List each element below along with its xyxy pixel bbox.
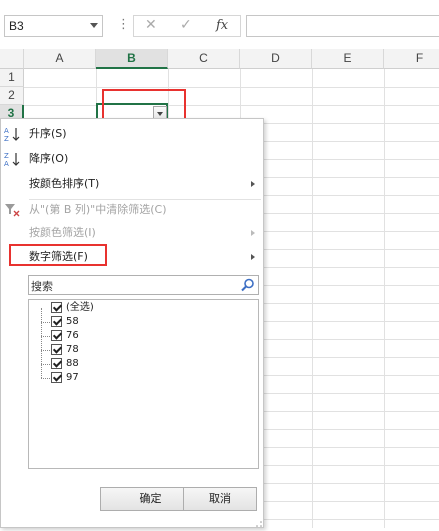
clear-filter-label: 从"(第 B 列)"中清除筛选(C) <box>29 203 167 216</box>
highlight-box <box>9 244 107 266</box>
search-icon[interactable] <box>241 278 255 292</box>
checkbox[interactable] <box>51 316 62 327</box>
svg-text:Z: Z <box>4 135 9 142</box>
checkbox[interactable] <box>51 344 62 355</box>
list-item-label: 78 <box>66 344 79 355</box>
cancel-icon[interactable]: ✕ <box>145 17 157 33</box>
filter-by-color-label: 按颜色筛选(I) <box>29 226 96 239</box>
sort-ascending-label: 升序(S) <box>29 127 67 140</box>
list-item-label: 76 <box>66 330 79 341</box>
filter-by-color-item: 按颜色筛选(I) <box>1 222 263 244</box>
tree-line <box>41 308 42 378</box>
sort-ascending-item[interactable]: A Z 升序(S) <box>1 123 263 145</box>
select-all-corner[interactable] <box>0 49 24 69</box>
name-box-value: B3 <box>9 19 24 33</box>
row-header-1[interactable]: 1 <box>0 69 24 87</box>
insert-function-icon[interactable]: fx <box>216 18 228 33</box>
submenu-arrow-icon <box>251 230 255 236</box>
name-box[interactable]: B3 <box>4 15 103 37</box>
column-header-f[interactable]: F <box>384 49 439 69</box>
autofilter-menu: A Z 升序(S) Z A 降序(O) 按颜色排序(T) 从"(第 B 列)"中… <box>0 118 264 528</box>
gridline <box>384 69 385 528</box>
checkbox[interactable] <box>51 302 62 313</box>
list-item-label: 58 <box>66 316 79 327</box>
sort-by-color-item[interactable]: 按颜色排序(T) <box>1 173 263 195</box>
formula-bar: B3 ⋮ ✕ ✓ fx <box>0 0 439 44</box>
tree-line <box>41 322 50 323</box>
cancel-button[interactable]: 取消 <box>183 487 257 511</box>
svg-text:Z: Z <box>4 152 9 160</box>
list-item-label: 88 <box>66 358 79 369</box>
formula-input[interactable] <box>246 15 439 37</box>
sort-descending-item[interactable]: Z A 降序(O) <box>1 148 263 170</box>
column-header-d[interactable]: D <box>240 49 312 69</box>
sort-ascending-icon: A Z <box>4 126 22 143</box>
list-item-label: 97 <box>66 372 79 383</box>
row-header-2[interactable]: 2 <box>0 87 24 105</box>
sort-descending-icon: Z A <box>4 151 22 168</box>
svg-text:A: A <box>4 127 9 135</box>
clear-filter-item: 从"(第 B 列)"中清除筛选(C) <box>1 199 263 221</box>
search-placeholder: 搜索 <box>31 280 53 293</box>
submenu-arrow-icon <box>251 254 255 260</box>
gridline <box>24 105 439 106</box>
list-item-label: (全选) <box>66 302 94 313</box>
filter-search-input[interactable]: 搜索 <box>28 275 259 295</box>
clear-filter-icon <box>4 202 22 218</box>
checkbox[interactable] <box>51 358 62 369</box>
tree-line <box>41 350 50 351</box>
gridline <box>24 87 439 88</box>
formula-buttons: ✕ ✓ fx <box>133 15 241 37</box>
column-header-b[interactable]: B <box>96 49 168 69</box>
svg-text:A: A <box>4 160 9 167</box>
tree-line <box>41 364 50 365</box>
checkbox[interactable] <box>51 372 62 383</box>
checkbox[interactable] <box>51 330 62 341</box>
resize-grip-icon[interactable] <box>255 518 263 527</box>
column-header-a[interactable]: A <box>24 49 96 69</box>
enter-icon[interactable]: ✓ <box>180 17 192 33</box>
sort-by-color-label: 按颜色排序(T) <box>29 177 100 190</box>
column-header-e[interactable]: E <box>312 49 384 69</box>
tree-line <box>41 336 50 337</box>
column-header-c[interactable]: C <box>168 49 240 69</box>
chevron-down-icon[interactable] <box>90 23 98 28</box>
filter-values-list: (全选) 58 76 78 88 97 <box>28 299 259 469</box>
tree-line <box>41 378 50 379</box>
gridline <box>312 69 313 528</box>
sort-descending-label: 降序(O) <box>29 152 69 165</box>
submenu-arrow-icon <box>251 181 255 187</box>
formula-bar-grip-icon: ⋮ <box>117 17 130 32</box>
